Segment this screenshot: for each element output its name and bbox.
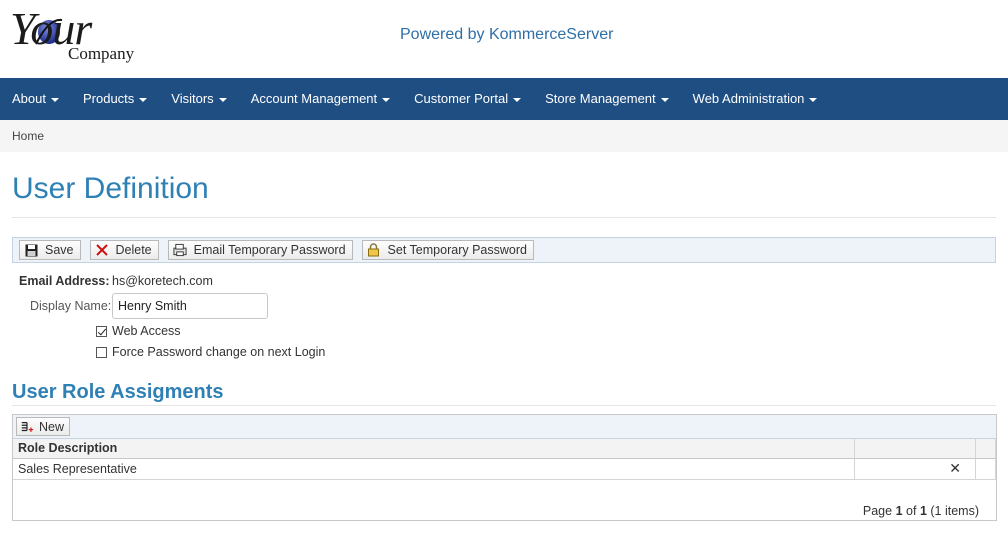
table-header-row: Role Description xyxy=(13,439,997,459)
delete-button[interactable]: Delete xyxy=(89,240,159,260)
force-password-row: Force Password change on next Login xyxy=(96,345,325,359)
caret-down-icon xyxy=(382,97,391,102)
save-icon xyxy=(24,243,38,257)
nav-label: Account Management xyxy=(250,91,378,106)
column-header-role-description[interactable]: Role Description xyxy=(13,439,856,459)
delete-icon xyxy=(95,243,109,257)
email-temporary-password-label: Email Temporary Password xyxy=(193,243,346,257)
set-temporary-password-button[interactable]: Set Temporary Password xyxy=(361,240,534,260)
section-divider xyxy=(12,405,996,406)
caret-down-icon xyxy=(139,97,148,102)
caret-down-icon xyxy=(218,97,227,102)
pager-current-page: 1 xyxy=(895,504,903,518)
nav-item-products[interactable]: Products xyxy=(71,78,159,120)
spacer-cell xyxy=(975,458,997,480)
force-password-checkbox[interactable] xyxy=(96,346,107,358)
lock-icon xyxy=(367,243,381,257)
site-header: Your Company Powered by KommerceServer xyxy=(0,0,1008,78)
email-temporary-password-button[interactable]: Email Temporary Password xyxy=(167,240,353,260)
user-toolbar: Save Delete Email Temporary Password Set… xyxy=(12,237,996,263)
grid-toolbar: New xyxy=(13,415,996,439)
nav-item-visitors[interactable]: Visitors xyxy=(159,78,238,120)
caret-down-icon xyxy=(660,97,669,102)
nav-label: Products xyxy=(82,91,135,106)
new-role-button[interactable]: New xyxy=(16,417,71,436)
web-access-label: Web Access xyxy=(112,324,181,338)
delete-label: Delete xyxy=(115,243,152,257)
nav-item-store-management[interactable]: Store Management xyxy=(533,78,681,120)
breadcrumb: Home xyxy=(0,120,1008,152)
powered-by-link[interactable]: Powered by KommerceServer xyxy=(400,26,613,44)
email-print-icon xyxy=(173,243,187,257)
pager-prefix: Page xyxy=(862,504,893,518)
nav-label: Store Management xyxy=(545,91,656,106)
nav-item-account-management[interactable]: Account Management xyxy=(239,78,402,120)
roles-table: Role Description Sales Representative ✕ xyxy=(13,439,997,480)
remove-icon[interactable]: ✕ xyxy=(854,458,976,480)
role-assignments-grid: New Role Description Sales Representativ… xyxy=(12,414,997,521)
logo-text-sub: Company xyxy=(68,44,135,63)
company-logo[interactable]: Your Company xyxy=(10,4,145,70)
pager-total-pages: 1 xyxy=(919,504,927,518)
column-header-actions xyxy=(854,439,976,459)
save-button[interactable]: Save xyxy=(19,240,81,260)
display-name-input[interactable] xyxy=(112,293,268,319)
email-address-label: Email Address: xyxy=(19,274,110,288)
caret-down-icon xyxy=(809,97,818,102)
save-label: Save xyxy=(45,243,74,257)
nav-label: Web Administration xyxy=(692,91,805,106)
column-header-spacer xyxy=(975,439,997,459)
display-name-label: Display Name: xyxy=(30,299,112,313)
email-address-value: hs@koretech.com xyxy=(112,274,213,288)
nav-item-web-administration[interactable]: Web Administration xyxy=(681,78,830,120)
grid-pager: Page 1 of 1 (1 items) xyxy=(863,504,979,518)
nav-item-customer-portal[interactable]: Customer Portal xyxy=(402,78,533,120)
caret-down-icon xyxy=(513,97,522,102)
web-access-row: Web Access xyxy=(96,324,181,338)
caret-down-icon xyxy=(50,97,59,102)
breadcrumb-home-link[interactable]: Home xyxy=(12,129,44,143)
nav-label: About xyxy=(12,91,46,106)
title-divider xyxy=(12,217,996,218)
force-password-label: Force Password change on next Login xyxy=(112,345,326,359)
pager-item-count: (1 items) xyxy=(930,504,979,518)
web-access-checkbox[interactable] xyxy=(96,325,107,337)
role-description-cell: Sales Representative xyxy=(13,458,856,480)
table-row[interactable]: Sales Representative ✕ xyxy=(13,458,997,480)
new-role-label: New xyxy=(39,419,65,434)
new-row-icon xyxy=(20,420,34,434)
page-title: User Definition xyxy=(12,172,209,205)
main-navbar: About Products Visitors Account Manageme… xyxy=(0,78,1008,120)
nav-label: Customer Portal xyxy=(414,91,509,106)
nav-label: Visitors xyxy=(171,91,214,106)
section-title: User Role Assigments xyxy=(12,381,224,403)
pager-of: of xyxy=(906,504,917,518)
set-temporary-password-label: Set Temporary Password xyxy=(387,243,527,257)
nav-item-about[interactable]: About xyxy=(0,78,71,120)
